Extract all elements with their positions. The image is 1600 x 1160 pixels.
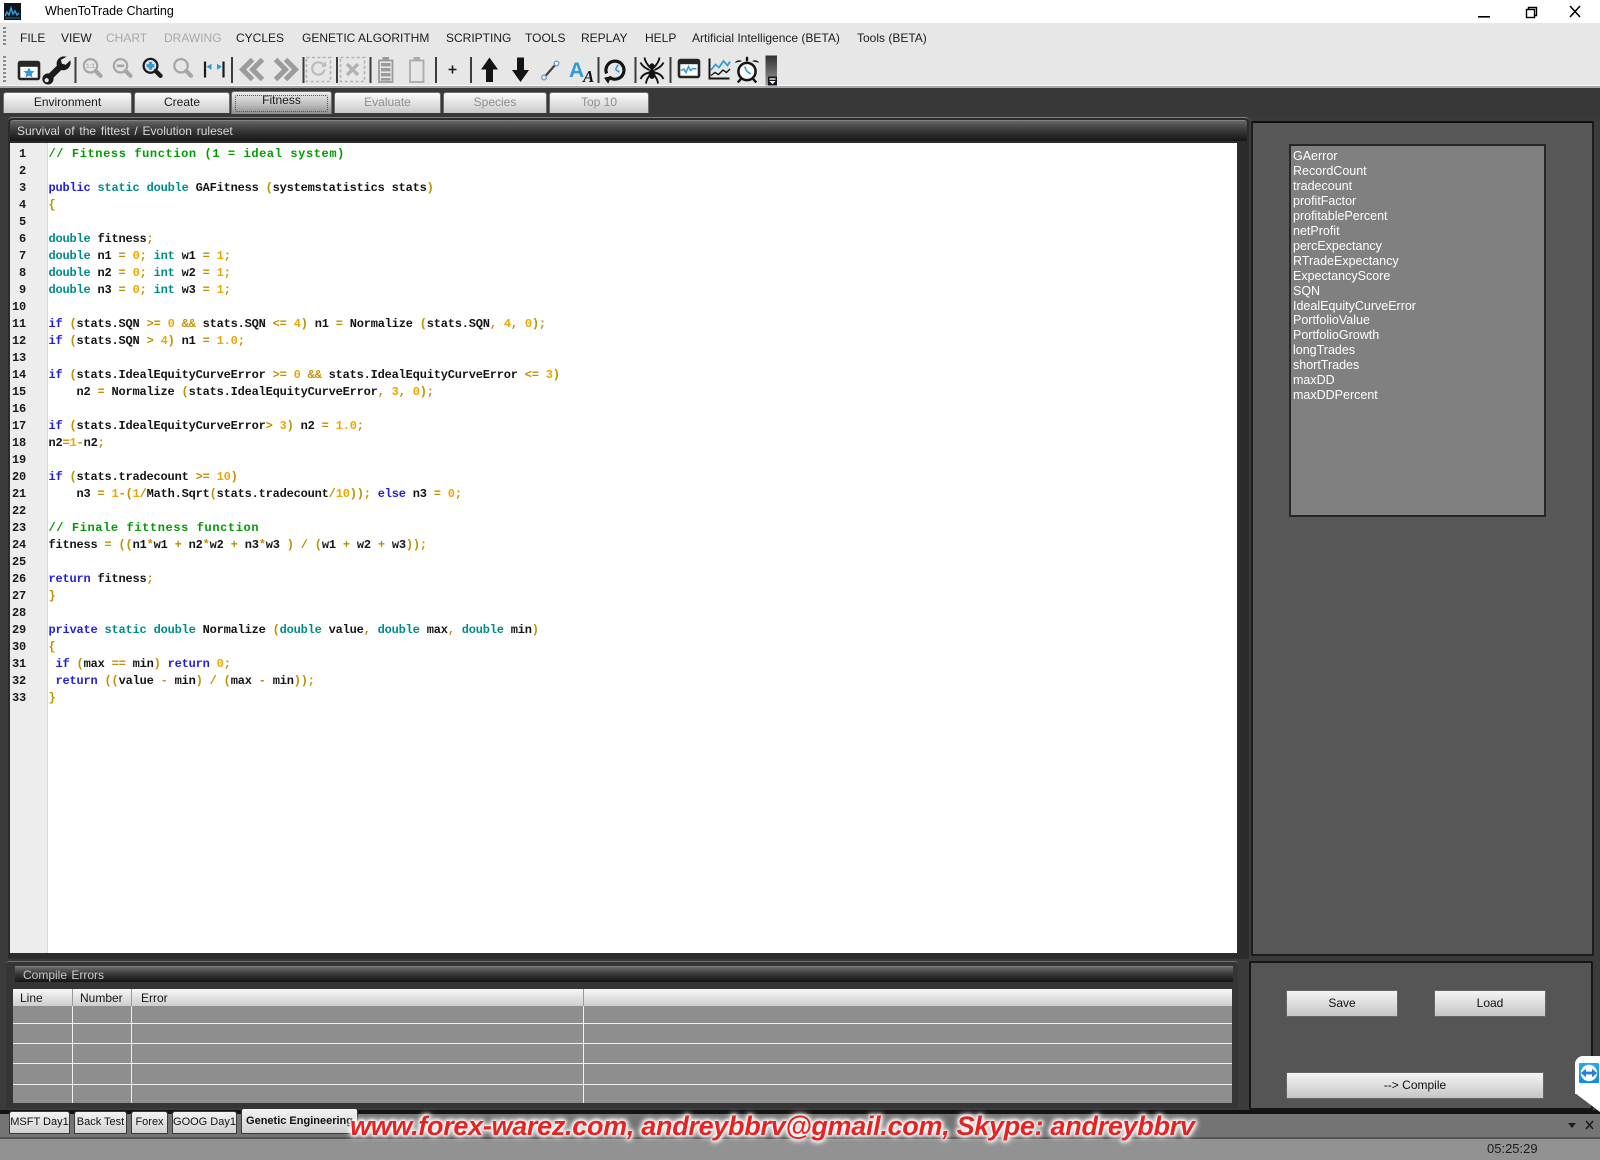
svg-text:A: A bbox=[582, 67, 594, 86]
svg-text:A: A bbox=[569, 59, 584, 82]
svg-text:1:1: 1:1 bbox=[86, 64, 95, 70]
